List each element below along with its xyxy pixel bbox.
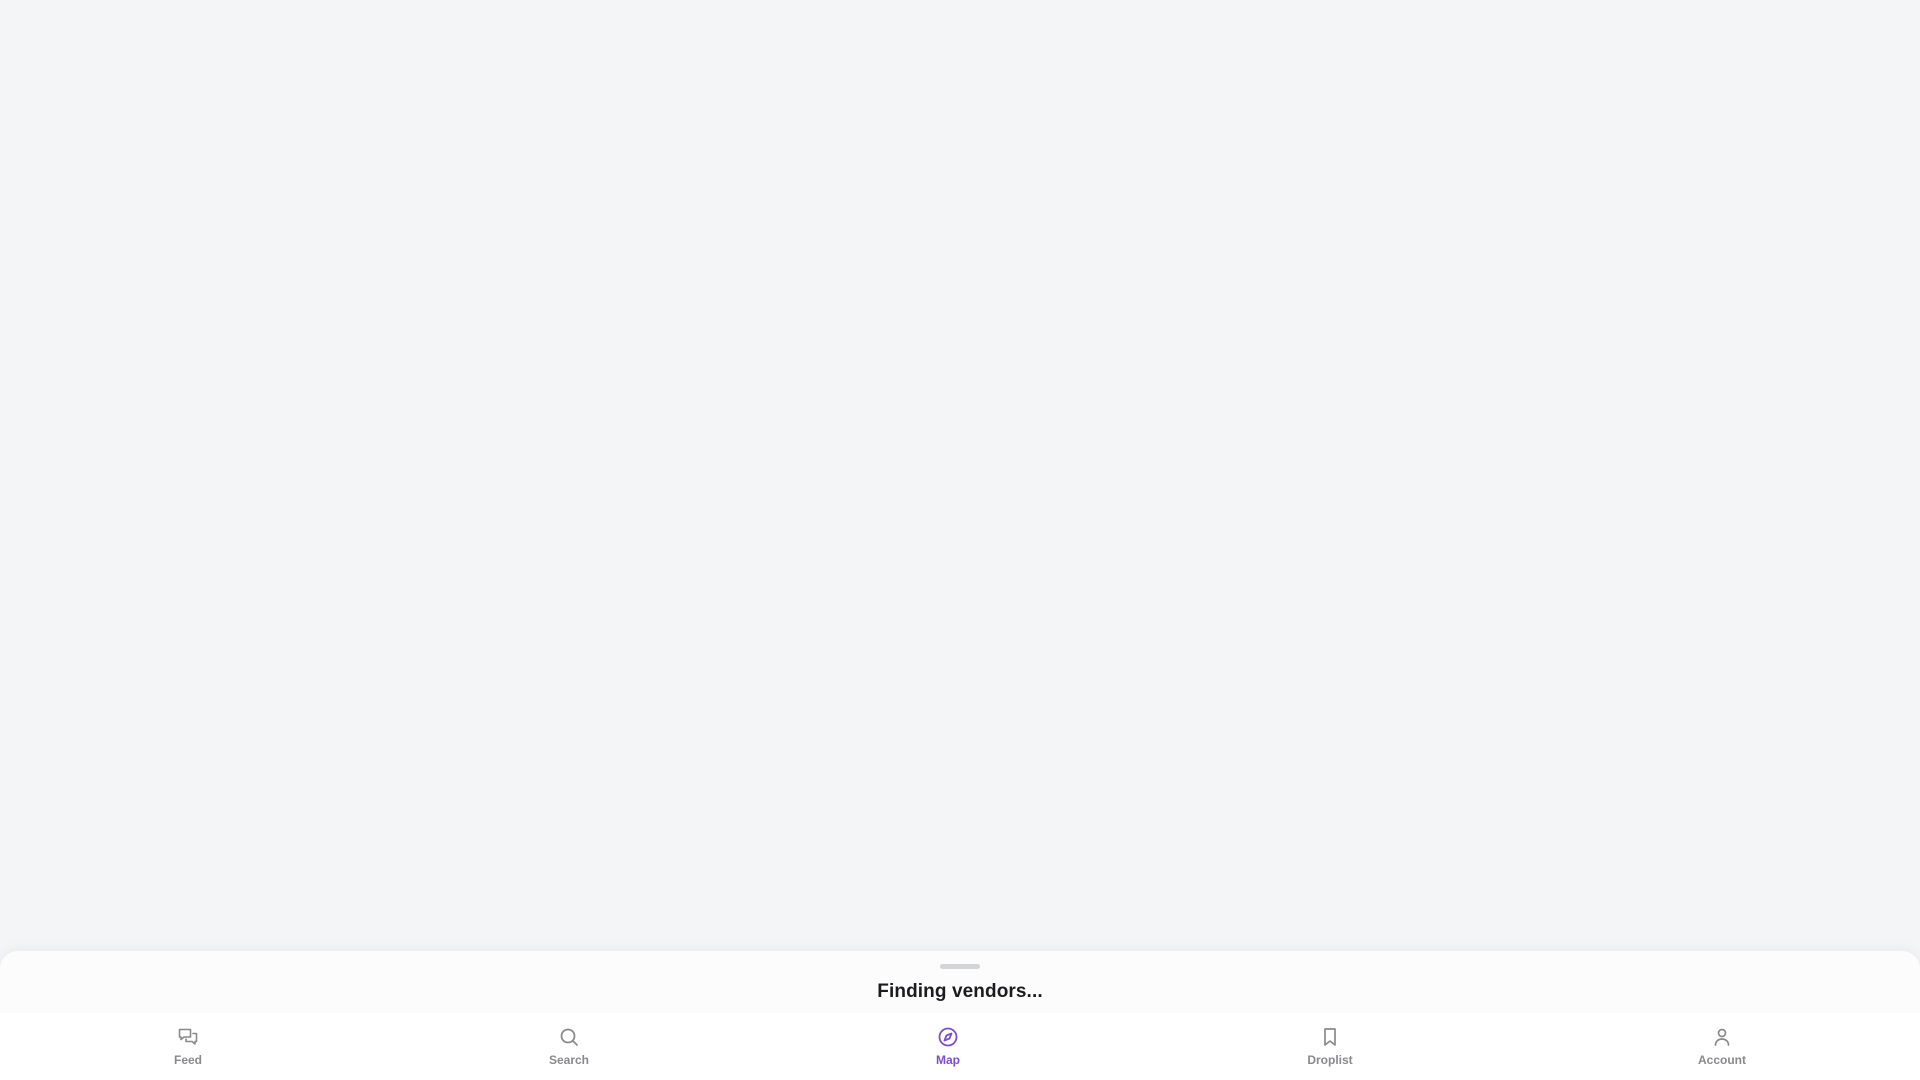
- tab-account[interactable]: Account: [1662, 1025, 1782, 1073]
- bottom-sheet[interactable]: Finding vendors...: [0, 951, 1920, 1013]
- tab-label-droplist: Droplist: [1307, 1053, 1353, 1067]
- search-icon: [557, 1025, 581, 1049]
- chat-bubbles-icon: [176, 1025, 200, 1049]
- tab-map[interactable]: Map: [888, 1025, 1008, 1073]
- compass-icon: [936, 1025, 960, 1049]
- tab-feed[interactable]: Feed: [128, 1025, 248, 1073]
- tab-label-account: Account: [1698, 1053, 1746, 1067]
- sheet-title: Finding vendors...: [877, 981, 1043, 1002]
- bookmark-icon: [1318, 1025, 1342, 1049]
- sheet-drag-handle[interactable]: [940, 964, 980, 969]
- tab-label-feed: Feed: [173, 1053, 202, 1067]
- tab-search[interactable]: Search: [509, 1025, 629, 1073]
- tab-label-map: Map: [936, 1053, 960, 1067]
- tab-label-search: Search: [548, 1053, 590, 1067]
- user-icon: [1710, 1025, 1734, 1049]
- tab-droplist[interactable]: Droplist: [1270, 1025, 1390, 1073]
- tab-bar: Feed Search Map Droplist Account: [0, 1013, 1920, 1080]
- map-canvas[interactable]: [0, 0, 1920, 1080]
